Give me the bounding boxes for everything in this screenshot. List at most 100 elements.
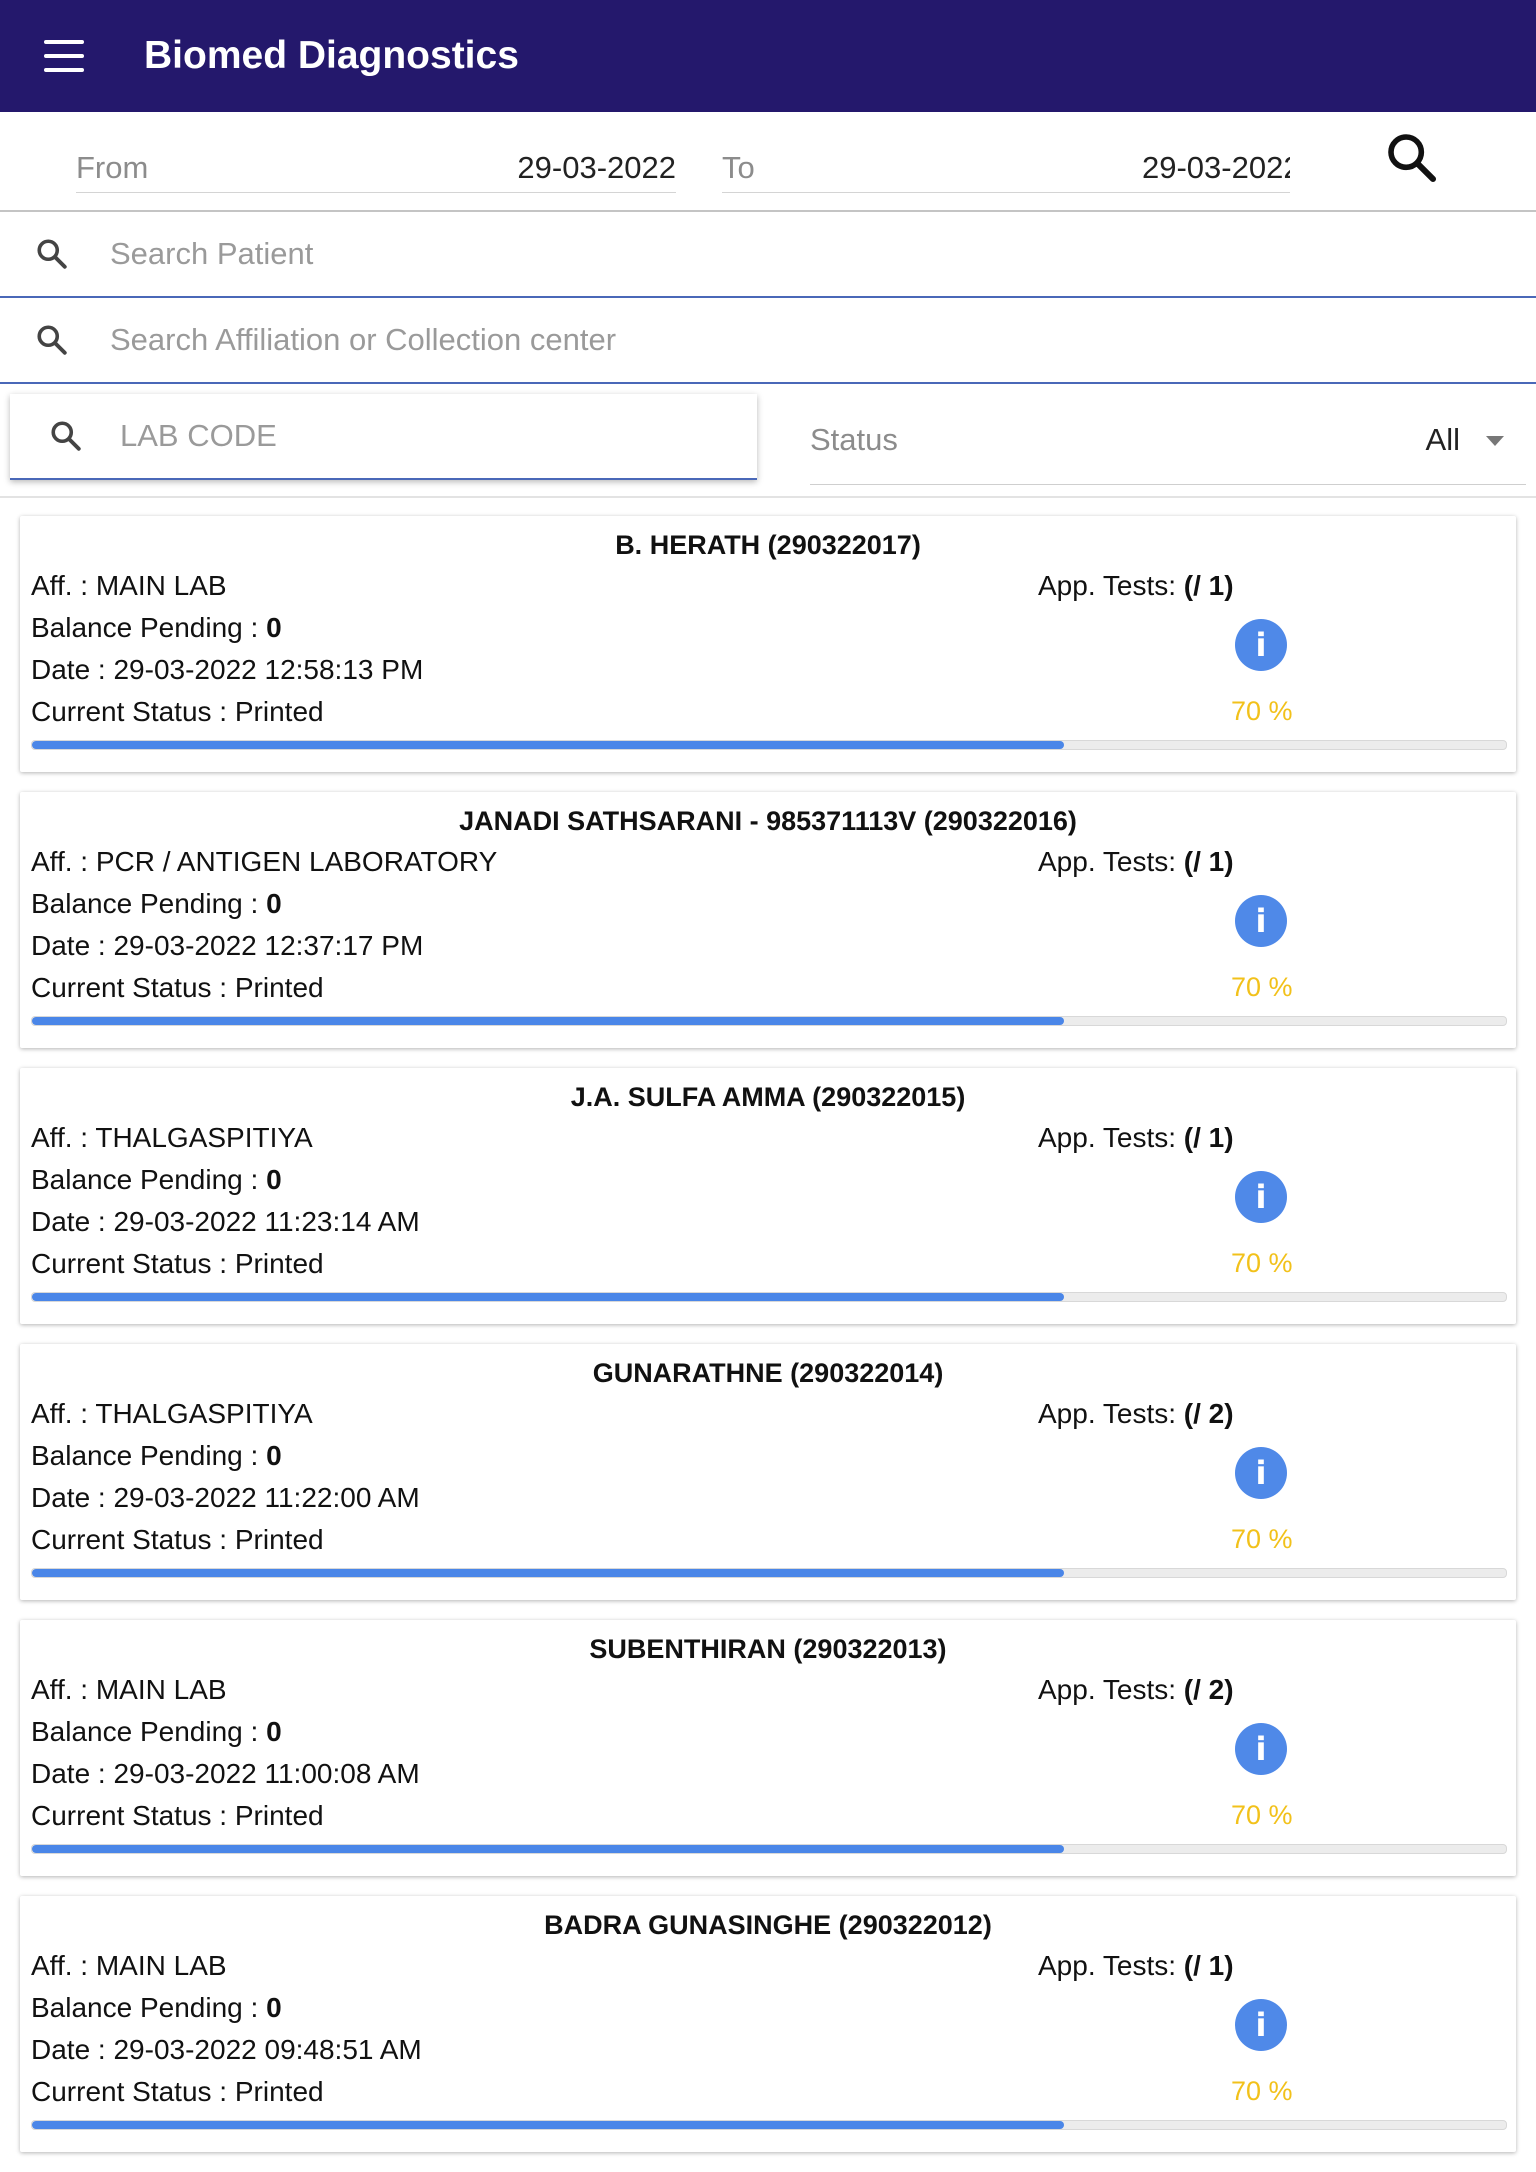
to-label: To: [722, 150, 755, 185]
app-tests-value: (/ 2): [1183, 1398, 1234, 1429]
app-title: Biomed Diagnostics: [144, 34, 519, 77]
patient-search-input[interactable]: [110, 212, 1490, 296]
app-tests-value: (/ 1): [1183, 846, 1234, 877]
patient-title: SUBENTHIRAN (290322013): [589, 1634, 947, 1664]
date-search-icon[interactable]: [1384, 130, 1440, 186]
from-date-field[interactable]: From 29-03-2022: [76, 130, 676, 193]
aff-value: MAIN LAB: [95, 1950, 227, 1981]
caret-down-icon[interactable]: [1486, 436, 1504, 446]
info-icon[interactable]: i: [1235, 1999, 1287, 2051]
balance-value: 0: [266, 1992, 282, 2023]
status-value: Printed: [234, 1800, 324, 1831]
status-line: Current Status : Printed: [31, 2076, 324, 2108]
balance-value: 0: [266, 1440, 282, 1471]
app-bar: Biomed Diagnostics: [0, 0, 1536, 112]
progress-fill: [32, 1569, 1064, 1577]
progress-percent: 70 %: [1231, 1800, 1293, 1830]
date-label: Date :: [31, 654, 114, 685]
balance-label: Balance Pending :: [31, 1440, 267, 1471]
search-icon: [37, 239, 67, 269]
status-line: Current Status : Printed: [31, 1800, 324, 1832]
aff-label: Aff. :: [31, 570, 96, 601]
info-icon[interactable]: i: [1235, 619, 1287, 671]
info-icon[interactable]: i: [1235, 1723, 1287, 1775]
date-label: Date :: [31, 930, 114, 961]
app-tests: App. Tests: (/ 2): [1038, 1674, 1234, 1706]
affiliation-line: Aff. : THALGASPITIYA: [31, 1398, 313, 1430]
balance-label: Balance Pending :: [31, 1164, 267, 1195]
balance-line: Balance Pending : 0: [31, 1164, 282, 1196]
date-value: 29-03-2022 11:00:08 AM: [113, 1758, 420, 1789]
app-tests-label: App. Tests:: [1038, 1950, 1184, 1981]
app-tests-label: App. Tests:: [1038, 846, 1184, 877]
aff-value: PCR / ANTIGEN LABORATORY: [95, 846, 498, 877]
date-value: 29-03-2022 11:22:00 AM: [113, 1482, 420, 1513]
app-tests: App. Tests: (/ 1): [1038, 846, 1234, 878]
balance-line: Balance Pending : 0: [31, 1716, 282, 1748]
affiliation-line: Aff. : MAIN LAB: [31, 1674, 227, 1706]
app-tests-value: (/ 1): [1183, 1122, 1234, 1153]
balance-value: 0: [266, 1164, 282, 1195]
status-select[interactable]: Status All: [810, 394, 1526, 485]
record-card[interactable]: J.A. SULFA AMMA (290322015) Aff. : THALG…: [20, 1068, 1516, 1324]
date-value: 29-03-2022 09:48:51 AM: [113, 2034, 422, 2065]
progress-fill: [32, 2121, 1064, 2129]
progress-percent: 70 %: [1231, 696, 1293, 726]
record-card[interactable]: GUNARATHNE (290322014) Aff. : THALGASPIT…: [20, 1344, 1516, 1600]
patient-title: B. HERATH (290322017): [615, 530, 921, 560]
lab-status-filter-row: Status All: [0, 384, 1536, 498]
date-line: Date : 29-03-2022 12:37:17 PM: [31, 930, 423, 962]
status-value: Printed: [234, 1248, 324, 1279]
lab-code-input[interactable]: [120, 394, 720, 478]
progress-bar: [31, 1844, 1507, 1854]
lab-code-search: [10, 394, 757, 480]
patient-search-bar: [0, 212, 1536, 298]
affiliation-line: Aff. : THALGASPITIYA: [31, 1122, 313, 1154]
app-tests-label: App. Tests:: [1038, 1398, 1184, 1429]
date-value: 29-03-2022 12:37:17 PM: [113, 930, 424, 961]
balance-label: Balance Pending :: [31, 612, 267, 643]
date-value: 29-03-2022 11:23:14 AM: [113, 1206, 420, 1237]
status-value: Printed: [234, 2076, 324, 2107]
app-tests-label: App. Tests:: [1038, 570, 1184, 601]
date-line: Date : 29-03-2022 11:23:14 AM: [31, 1206, 420, 1238]
info-icon[interactable]: i: [1235, 1447, 1287, 1499]
status-value: Printed: [234, 972, 324, 1003]
to-date-value[interactable]: 29-03-2022: [1142, 150, 1290, 186]
progress-fill: [32, 1845, 1064, 1853]
app-tests: App. Tests: (/ 1): [1038, 1122, 1234, 1154]
progress-bar: [31, 1292, 1507, 1302]
info-icon[interactable]: i: [1235, 1171, 1287, 1223]
menu-icon[interactable]: [44, 40, 84, 72]
record-card[interactable]: JANADI SATHSARANI - 985371113V (29032201…: [20, 792, 1516, 1048]
status-line: Current Status : Printed: [31, 972, 324, 1004]
record-card[interactable]: SUBENTHIRAN (290322013) Aff. : MAIN LAB …: [20, 1620, 1516, 1876]
from-date-value[interactable]: 29-03-2022: [517, 150, 676, 186]
aff-value: MAIN LAB: [95, 1674, 227, 1705]
progress-percent: 70 %: [1231, 972, 1293, 1002]
record-card[interactable]: BADRA GUNASINGHE (290322012) Aff. : MAIN…: [20, 1896, 1516, 2152]
status-label: Current Status :: [31, 1800, 235, 1831]
date-line: Date : 29-03-2022 12:58:13 PM: [31, 654, 423, 686]
info-icon[interactable]: i: [1235, 895, 1287, 947]
record-card[interactable]: B. HERATH (290322017) Aff. : MAIN LAB Ba…: [20, 516, 1516, 772]
affiliation-line: Aff. : MAIN LAB: [31, 570, 227, 602]
to-date-field[interactable]: To 29-03-2022: [722, 130, 1290, 193]
progress-percent: 70 %: [1231, 1248, 1293, 1278]
date-value: 29-03-2022 12:58:13 PM: [113, 654, 424, 685]
aff-label: Aff. :: [31, 1950, 96, 1981]
patient-title: J.A. SULFA AMMA (290322015): [570, 1082, 966, 1112]
balance-label: Balance Pending :: [31, 1992, 267, 2023]
aff-value: MAIN LAB: [95, 570, 227, 601]
affiliation-line: Aff. : PCR / ANTIGEN LABORATORY: [31, 846, 497, 878]
app-tests: App. Tests: (/ 2): [1038, 1398, 1234, 1430]
status-line: Current Status : Printed: [31, 1248, 324, 1280]
status-value[interactable]: All: [1426, 422, 1460, 458]
date-label: Date :: [31, 1206, 114, 1237]
status-label: Status: [810, 422, 898, 457]
app-tests-label: App. Tests:: [1038, 1122, 1184, 1153]
balance-line: Balance Pending : 0: [31, 1992, 282, 2024]
patient-title: JANADI SATHSARANI - 985371113V (29032201…: [459, 806, 1077, 836]
affiliation-search-input[interactable]: [110, 298, 1490, 382]
affiliation-line: Aff. : MAIN LAB: [31, 1950, 227, 1982]
